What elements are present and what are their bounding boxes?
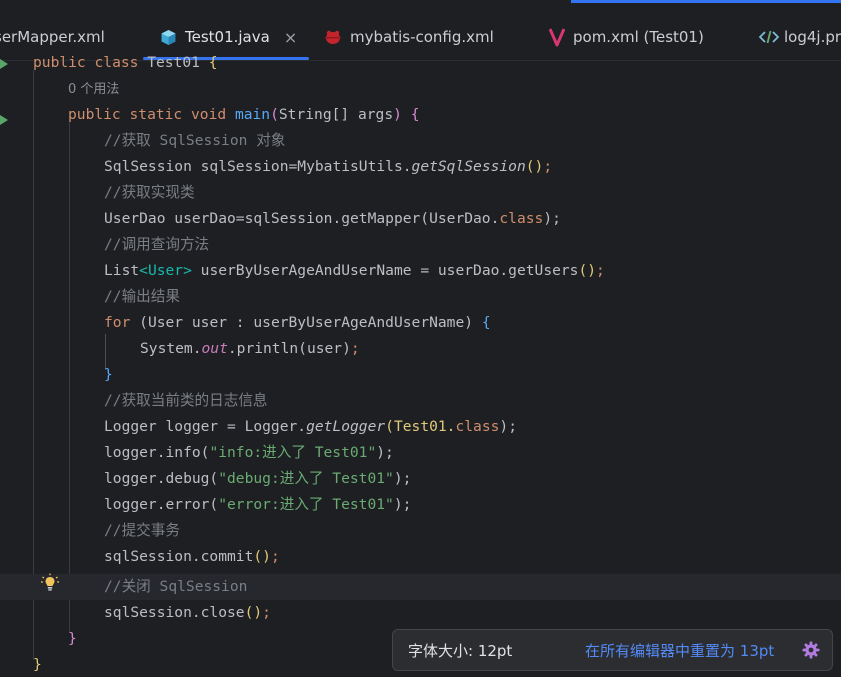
comment-line: //提交事务	[104, 522, 180, 539]
code-tag-icon	[759, 30, 779, 44]
comment-line: //获取 SqlSession 对象	[104, 132, 286, 149]
java-class-icon	[160, 29, 177, 46]
comment-line: //输出结果	[104, 288, 180, 305]
code-line: }	[33, 656, 42, 673]
indent-guide	[33, 70, 34, 660]
comment-line: //调用查询方法	[104, 236, 210, 253]
code-line: SqlSession sqlSession=MybatisUtils.getSq…	[104, 158, 553, 175]
progress-indicator	[571, 0, 841, 3]
close-icon[interactable]: ×	[284, 28, 297, 47]
comment-line: //获取实现类	[104, 184, 195, 201]
run-gutter-icon[interactable]	[0, 110, 8, 125]
comment-line: //关闭 SqlSession	[104, 578, 248, 595]
gear-icon[interactable]	[802, 641, 820, 663]
lightbulb-icon[interactable]	[40, 573, 60, 593]
code-line: sqlSession.close();	[104, 604, 271, 621]
code-line: Logger logger = Logger.getLogger(Test01.…	[104, 418, 517, 435]
code-line: for (User user : userByUserAgeAndUserNam…	[104, 314, 491, 331]
tab-log4j-properties[interactable]: log4j.pr	[759, 22, 841, 52]
tab-mybatis-config-xml[interactable]: mybatis-config.xml	[324, 22, 494, 52]
comment-line: //获取当前类的日志信息	[104, 392, 268, 409]
code-line: public static void main(String[] args) {	[68, 106, 420, 123]
code-line: logger.info("info:进入了 Test01");	[104, 444, 394, 461]
font-size-popup: 字体大小: 12pt 在所有编辑器中重置为 13pt	[392, 629, 833, 671]
code-line: public class Test01 {	[33, 54, 218, 71]
code-line: System.out.println(user);	[140, 340, 360, 357]
mybatis-icon	[324, 29, 342, 45]
tab-pom-xml[interactable]: pom.xml (Test01)	[549, 22, 704, 52]
tab-label: mybatis-config.xml	[350, 28, 494, 46]
code-line: List<User> userByUserAgeAndUserName = us…	[104, 262, 605, 279]
ide-window: serMapper.xml Test01.java × mybatis-conf…	[0, 0, 841, 677]
tab-usermapper-xml[interactable]: serMapper.xml	[0, 22, 105, 52]
tab-test01-java[interactable]: Test01.java ×	[160, 22, 297, 52]
code-line: }	[68, 630, 77, 647]
code-editor[interactable]: public class Test01 { 0 个用法 public stati…	[0, 54, 841, 677]
tab-label: pom.xml (Test01)	[573, 28, 704, 46]
code-line: logger.debug("debug:进入了 Test01");	[104, 470, 412, 487]
indent-guide	[69, 122, 70, 632]
font-size-label: 字体大小: 12pt	[408, 641, 513, 660]
code-line: }	[104, 366, 113, 383]
code-line: UserDao userDao=sqlSession.getMapper(Use…	[104, 210, 561, 227]
usages-hint[interactable]: 0 个用法	[68, 76, 119, 102]
tab-label: Test01.java	[185, 28, 270, 46]
maven-icon	[549, 27, 565, 47]
run-gutter-icon[interactable]	[0, 54, 8, 69]
reset-font-size-link[interactable]: 在所有编辑器中重置为 13pt	[585, 640, 774, 661]
code-line: logger.error("error:进入了 Test01");	[104, 496, 412, 513]
code-line: sqlSession.commit();	[104, 548, 280, 565]
tab-label: serMapper.xml	[0, 28, 105, 46]
tab-label: log4j.pr	[784, 28, 841, 46]
